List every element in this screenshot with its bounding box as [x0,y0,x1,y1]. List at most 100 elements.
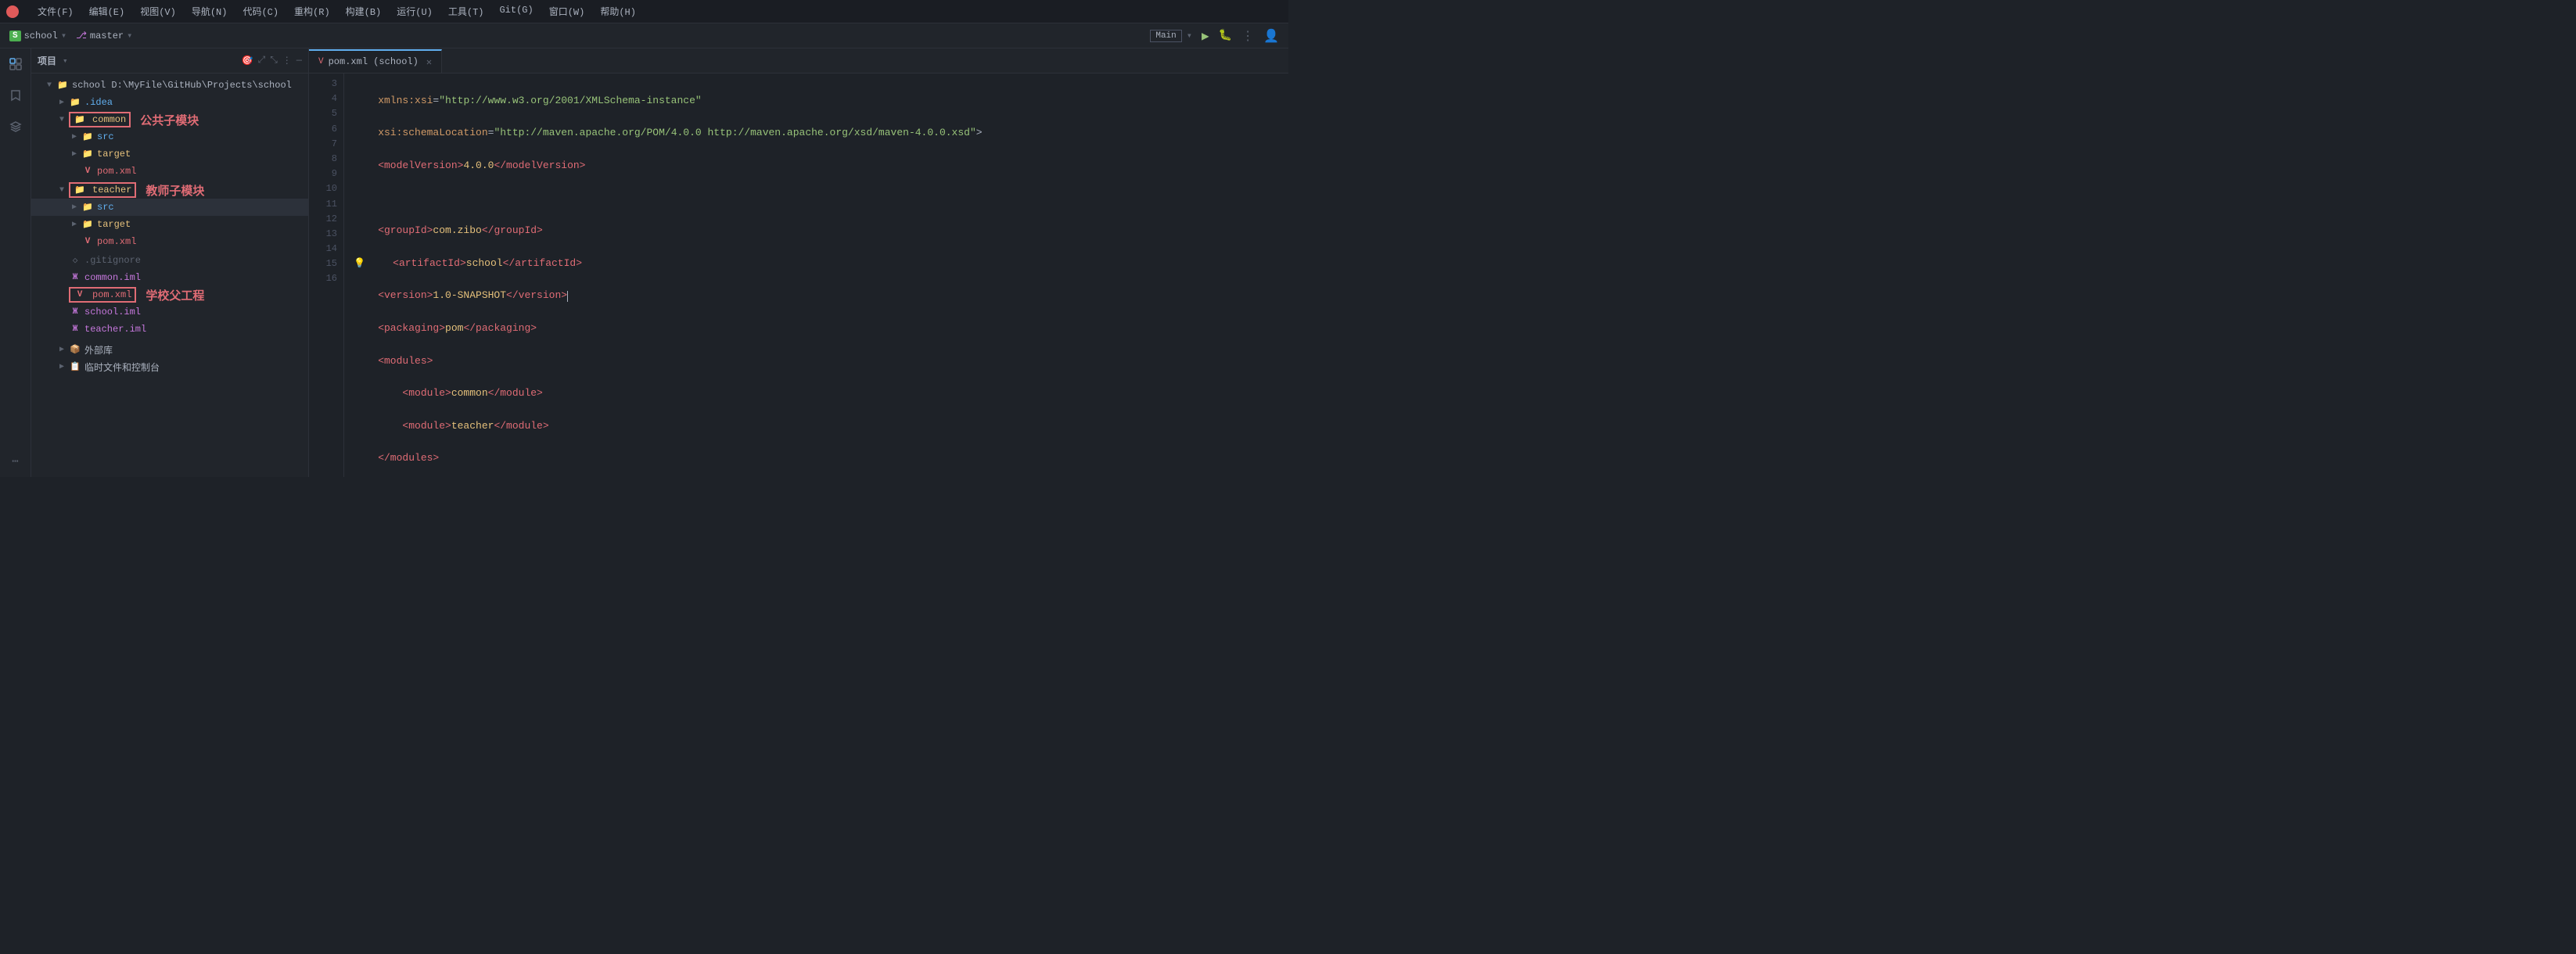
xml-teacher-pom-icon: V [81,235,94,248]
menu-build[interactable]: 构建(B) [340,3,388,20]
tree-school-iml-label: school.iml [84,307,141,317]
tree-root-pom[interactable]: V pom.xml 学校父工程 [31,286,308,303]
sidebar-icon-project[interactable] [6,55,25,74]
project-badge: S [9,30,21,41]
tab-xml-icon: V [318,57,324,66]
tree-common-src[interactable]: ▶ 📁 src [31,128,308,145]
tree-teacher[interactable]: ▼ 📁 teacher 教师子模块 [31,181,308,199]
iml-common-icon: Ж [69,271,81,284]
menu-view[interactable]: 视图(V) [134,3,182,20]
project-dropdown-icon[interactable]: ▾ [61,30,66,41]
tree-external-libs[interactable]: ▶ 📦 外部库 [31,341,308,358]
annotation-pom: 学校父工程 [146,287,204,303]
menu-edit[interactable]: 编辑(E) [83,3,131,20]
tree-idea[interactable]: ▶ 📁 .idea [31,94,308,111]
branch-selector[interactable]: ⎇ master ▾ [76,30,132,41]
file-tree: ▼ 📁 school D:\MyFile\GitHub\Projects\sch… [31,74,308,477]
tree-teacher-src[interactable]: ▶ 📁 src [31,199,308,216]
tree-scratch[interactable]: ▶ 📋 临时文件和控制台 [31,358,308,375]
iml-school-icon: Ж [69,306,81,318]
tree-common-arrow: ▼ [59,116,69,124]
tree-idea-arrow: ▶ [59,98,69,107]
debug-icon[interactable]: 🐛 [1219,29,1232,42]
tree-common-iml[interactable]: Ж common.iml [31,269,308,286]
tree-common-pom[interactable]: V pom.xml [31,163,308,180]
menu-tools[interactable]: 工具(T) [442,3,490,20]
code-line-11: <modules> [354,353,1273,370]
folder-teacher-icon: 📁 [74,184,86,196]
menu-nav[interactable]: 导航(N) [185,3,234,20]
menu-code[interactable]: 代码(C) [236,3,285,20]
editor-tabs: V pom.xml (school) ✕ [309,48,1288,74]
menu-refactor[interactable]: 重构(R) [288,3,336,20]
code-line-7: <groupId>com.zibo</groupId> [354,223,1273,239]
folder-teacher-src-icon: 📁 [81,201,94,213]
panel-icon-minimize[interactable]: — [296,55,302,66]
annotation-common: 公共子模块 [140,112,199,128]
panel-chevron[interactable]: ▾ [63,56,68,66]
tree-gitignore[interactable]: ◇ .gitignore [31,252,308,269]
cursor [567,291,568,302]
panel-icon-collapse[interactable]: ⤡ [270,55,278,66]
run-button[interactable]: ▶ [1202,28,1209,44]
sidebar-icon-bookmark[interactable] [6,86,25,105]
scratch-icon: 📋 [69,360,81,373]
tree-teacher-pom-label: pom.xml [97,236,136,247]
menu-bar[interactable]: 文件(F) 编辑(E) 视图(V) 导航(N) 代码(C) 重构(R) 构建(B… [31,3,642,20]
panel-icon-expand[interactable]: ⤢ [258,55,266,66]
bulb-icon: 💡 [354,256,365,271]
tree-teacher-pom[interactable]: V pom.xml [31,233,308,250]
code-line-6 [354,191,1273,207]
menu-git[interactable]: Git(G) [493,3,539,20]
tree-idea-label: .idea [84,97,113,108]
tree-teacher-iml[interactable]: Ж teacher.iml [31,321,308,338]
common-annotated-box: 📁 common [69,112,131,127]
menu-run[interactable]: 运行(U) [390,3,439,20]
app-logo [6,5,19,18]
tree-school-iml[interactable]: Ж school.iml [31,303,308,321]
editor-tab-pom[interactable]: V pom.xml (school) ✕ [309,49,442,73]
menu-help[interactable]: 帮助(H) [594,3,642,20]
tree-scratch-arrow: ▶ [59,362,69,371]
tab-close-icon[interactable]: ✕ [426,56,432,68]
tree-common-src-label: src [97,131,114,142]
panel-header-icons: 🎯 ⤢ ⤡ ⋮ — [242,55,302,66]
external-libs-icon: 📦 [69,343,81,356]
menu-window[interactable]: 窗口(W) [543,3,591,20]
more-options-icon[interactable]: ⋮ [1241,28,1254,44]
tree-common-src-arrow: ▶ [72,132,81,142]
xml-common-pom-icon: V [81,165,94,178]
run-config-box: Main [1150,30,1181,42]
tree-root[interactable]: ▼ 📁 school D:\MyFile\GitHub\Projects\sch… [31,77,308,94]
tree-gitignore-label: .gitignore [84,255,141,266]
run-dropdown-icon[interactable]: ▾ [1187,30,1192,41]
tree-teacher-src-label: src [97,202,114,213]
folder-common-src-icon: 📁 [81,131,94,143]
sidebar-icon-more[interactable]: ⋯ [6,452,25,471]
panel-icon-settings[interactable]: ⋮ [282,55,292,66]
tree-common[interactable]: ▼ 📁 common 公共子模块 [31,111,308,128]
tree-teacher-target-label: target [97,219,131,230]
scrollbar[interactable] [1282,74,1288,477]
code-line-4: xsi:schemaLocation="http://maven.apache.… [354,125,1273,142]
tree-common-label: common [92,114,126,125]
panel-icon-target[interactable]: 🎯 [242,55,253,66]
menu-file[interactable]: 文件(F) [31,3,80,20]
run-configuration[interactable]: Main ▾ [1150,30,1192,42]
project-panel: 项目 ▾ 🎯 ⤢ ⤡ ⋮ — ▼ 📁 school D:\MyFile\GitH… [31,48,309,477]
tree-common-target[interactable]: ▶ 📁 target [31,145,308,163]
code-line-9: <version>1.0-SNAPSHOT</version> [354,288,1273,304]
project-selector[interactable]: S school ▾ [9,30,66,41]
gitignore-icon: ◇ [69,254,81,267]
iml-teacher-icon: Ж [69,323,81,335]
branch-name: master [90,30,124,41]
code-line-13: <module>teacher</module> [354,418,1273,435]
code-line-5: <modelVersion>4.0.0</modelVersion> [354,158,1273,174]
user-icon[interactable]: 👤 [1263,28,1279,44]
branch-dropdown-icon[interactable]: ▾ [127,30,132,41]
code-line-12: <module>common</module> [354,386,1273,402]
title-bar: 文件(F) 编辑(E) 视图(V) 导航(N) 代码(C) 重构(R) 构建(B… [0,0,1288,23]
tree-teacher-target[interactable]: ▶ 📁 target [31,216,308,233]
sidebar-icon-layers[interactable] [6,117,25,136]
code-content[interactable]: xmlns:xsi="http://www.w3.org/2001/XMLSch… [344,74,1282,477]
